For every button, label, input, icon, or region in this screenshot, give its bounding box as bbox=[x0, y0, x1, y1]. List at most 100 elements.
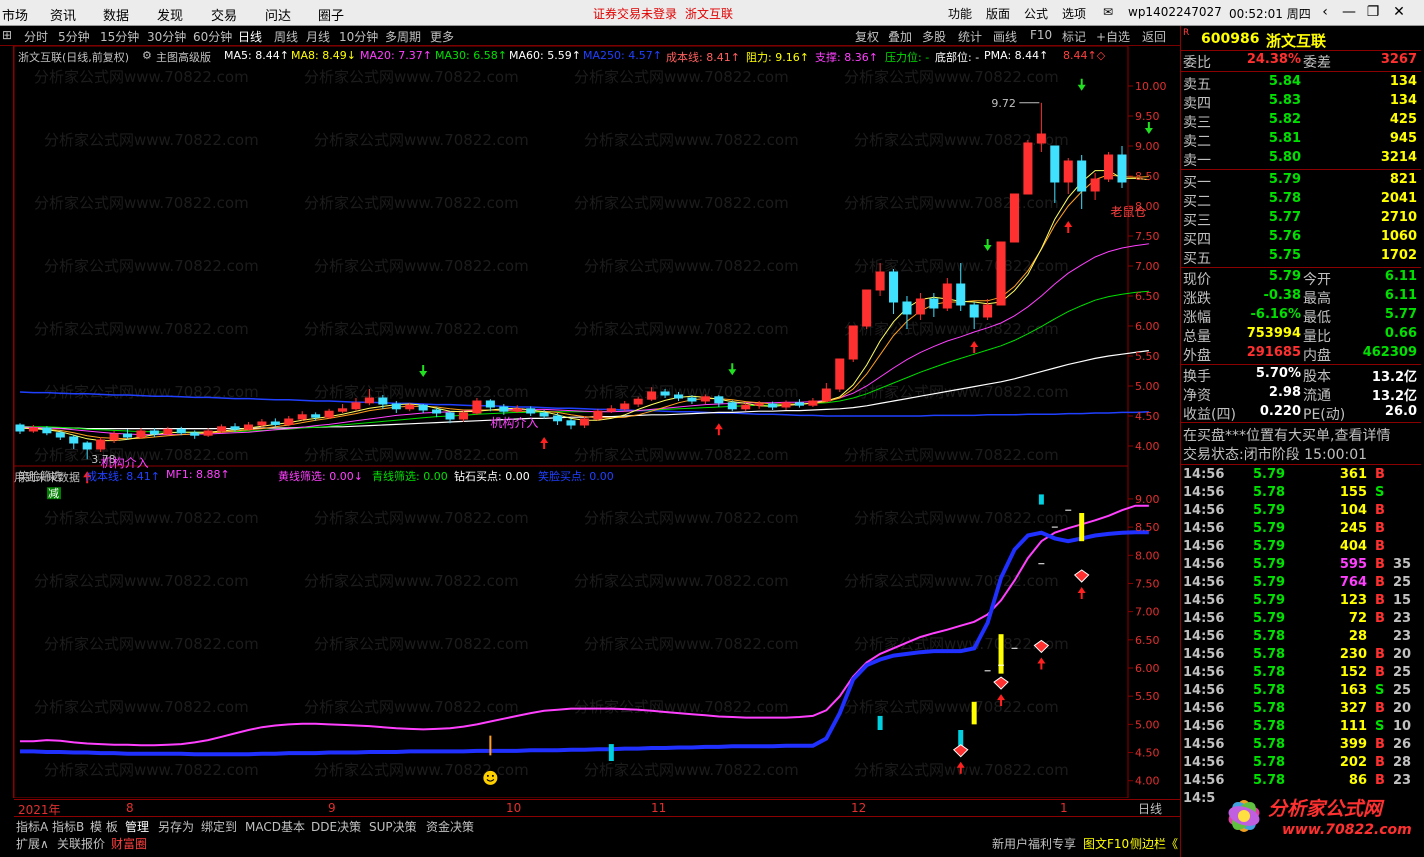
back-icon[interactable]: ‹ bbox=[1314, 3, 1336, 22]
tick-count: 25 bbox=[1393, 575, 1412, 590]
ask-row[interactable]: 卖五 5.84 134 bbox=[1181, 74, 1421, 93]
expand-button[interactable]: 扩展∧ bbox=[16, 835, 49, 852]
sub-chart-title[interactable]: 笑脸筛选 bbox=[18, 468, 62, 484]
cyan-signal bbox=[877, 715, 883, 730]
stat-row[interactable]: 涨跌 -0.38 最高 6.11 bbox=[1181, 288, 1421, 307]
big-order-text[interactable]: 在买盘***位置有大买单,查看详情 bbox=[1183, 425, 1390, 445]
toggle-icon[interactable]: ⊞ bbox=[2, 28, 12, 42]
tool-adjust[interactable]: 复权 bbox=[855, 28, 879, 45]
ask-row[interactable]: 卖四 5.83 134 bbox=[1181, 93, 1421, 112]
tick-row[interactable]: 14:56 5.79 361 B bbox=[1181, 466, 1421, 484]
period-30min[interactable]: 30分钟 bbox=[147, 28, 186, 45]
period-day[interactable]: 日线 bbox=[238, 28, 262, 45]
tick-row[interactable]: 14:56 5.78 28 23 bbox=[1181, 628, 1421, 646]
f10-button[interactable]: 图文F10 bbox=[1083, 835, 1129, 852]
period-multi[interactable]: 多周期 bbox=[385, 28, 421, 45]
tick-row[interactable]: 14:56 5.79 245 B bbox=[1181, 520, 1421, 538]
menu-item-data[interactable]: 数据 bbox=[103, 5, 129, 24]
stat2-row[interactable]: 收益(四) 0.220 PE(动) 26.0 bbox=[1181, 404, 1421, 423]
menu-item-options[interactable]: 选项 bbox=[1062, 5, 1086, 22]
tick-time: 14:56 bbox=[1183, 737, 1225, 752]
stat-row[interactable]: 涨幅 -6.16% 最低 5.77 bbox=[1181, 307, 1421, 326]
tick-row[interactable]: 14:56 5.78 155 S bbox=[1181, 484, 1421, 502]
menu-item-ask[interactable]: 问达 bbox=[265, 5, 291, 24]
menu-item-circle[interactable]: 圈子 bbox=[318, 5, 344, 24]
x-label: 9 bbox=[328, 801, 336, 815]
sidebar-toggle[interactable]: 侧边栏《 bbox=[1130, 835, 1178, 852]
period-label[interactable]: 日线 bbox=[1138, 800, 1162, 817]
tick-row[interactable]: 14:56 5.79 764 B 25 bbox=[1181, 574, 1421, 592]
stat-row[interactable]: 现价 5.79 今开 6.11 bbox=[1181, 269, 1421, 288]
tool-add-watch[interactable]: +自选 bbox=[1096, 28, 1130, 45]
tick-row[interactable]: 14:56 5.78 111 S 10 bbox=[1181, 718, 1421, 736]
bid-row[interactable]: 买三 5.77 2710 bbox=[1181, 210, 1421, 229]
tool-back[interactable]: 返回 bbox=[1142, 28, 1166, 45]
wealth-circle-button[interactable]: 财富圈 bbox=[111, 835, 147, 852]
tick-time: 14:56 bbox=[1183, 719, 1225, 734]
diamond-icon bbox=[952, 744, 969, 758]
big-order-notice[interactable]: 在买盘***位置有大买单,查看详情 bbox=[1181, 425, 1421, 445]
tick-row[interactable]: 14:56 5.78 327 B 20 bbox=[1181, 700, 1421, 718]
stat-row[interactable]: 外盘 291685 内盘 462309 bbox=[1181, 345, 1421, 364]
stock-code: 600986 bbox=[1201, 31, 1260, 47]
period-week[interactable]: 周线 bbox=[274, 28, 298, 45]
login-notice[interactable]: 证券交易未登录 bbox=[593, 5, 677, 22]
settings-icon[interactable]: ⚙ bbox=[142, 49, 152, 62]
tool-draw[interactable]: 画线 bbox=[993, 28, 1017, 45]
tick-row[interactable]: 14:56 5.78 399 B 26 bbox=[1181, 736, 1421, 754]
mail-icon[interactable]: ✉ bbox=[1103, 5, 1113, 19]
period-month[interactable]: 月线 bbox=[306, 28, 330, 45]
tool-overlay[interactable]: 叠加 bbox=[888, 28, 912, 45]
menu-item-market[interactable]: 市场 bbox=[2, 5, 28, 24]
menu-item-trade[interactable]: 交易 bbox=[211, 5, 237, 24]
menu-item-discover[interactable]: 发现 bbox=[157, 5, 183, 24]
stat2-row[interactable]: 净资 2.98 流通 13.2亿 bbox=[1181, 385, 1421, 404]
bid-row[interactable]: 买一 5.79 821 bbox=[1181, 172, 1421, 191]
tool-f10[interactable]: F10 bbox=[1030, 28, 1052, 42]
period-60min[interactable]: 60分钟 bbox=[193, 28, 232, 45]
restore-icon[interactable]: ❐ bbox=[1362, 3, 1384, 22]
tick-row[interactable]: 14:56 5.78 202 B 28 bbox=[1181, 754, 1421, 772]
bid-row[interactable]: 买二 5.78 2041 bbox=[1181, 191, 1421, 210]
menu-item-function[interactable]: 功能 bbox=[948, 5, 972, 22]
tick-row[interactable]: 14:56 5.78 230 B 20 bbox=[1181, 646, 1421, 664]
tool-multistock[interactable]: 多股 bbox=[922, 28, 946, 45]
related-quote-button[interactable]: 关联报价 bbox=[57, 835, 105, 852]
tool-stats[interactable]: 统计 bbox=[958, 28, 982, 45]
close-icon[interactable]: ✕ bbox=[1388, 3, 1410, 22]
period-10min[interactable]: 10分钟 bbox=[339, 28, 378, 45]
tick-time: 14:56 bbox=[1183, 539, 1225, 554]
period-more[interactable]: 更多 bbox=[430, 28, 454, 45]
tool-mark[interactable]: 标记 bbox=[1062, 28, 1086, 45]
period-15min[interactable]: 15分钟 bbox=[100, 28, 139, 45]
stock-notice[interactable]: 浙文互联 bbox=[685, 5, 733, 22]
minimize-icon[interactable]: — bbox=[1338, 3, 1360, 22]
bid-row[interactable]: 买五 5.75 1702 bbox=[1181, 248, 1421, 267]
menu-item-layout[interactable]: 版面 bbox=[986, 5, 1010, 22]
tick-row[interactable]: 14:56 5.79 595 B 35 bbox=[1181, 556, 1421, 574]
kline-chart[interactable]: 分析家公式网www.70822.com 分析家公式网www.70822.com 分析… bbox=[14, 46, 1180, 798]
ask-row[interactable]: 卖一 5.80 3214 bbox=[1181, 150, 1421, 169]
stat-row[interactable]: 总量 753994 量比 0.66 bbox=[1181, 326, 1421, 345]
ask-price: 5.80 bbox=[1268, 150, 1301, 165]
ind-pressure: 压力位: - bbox=[885, 51, 930, 64]
tick-row[interactable]: 14:56 5.78 163 S 25 bbox=[1181, 682, 1421, 700]
ask-row[interactable]: 卖二 5.81 945 bbox=[1181, 131, 1421, 150]
period-5min[interactable]: 5分钟 bbox=[58, 28, 90, 45]
tick-row[interactable]: 14:56 5.79 72 B 23 bbox=[1181, 610, 1421, 628]
new-user-benefit[interactable]: 新用户福利专享 bbox=[992, 835, 1076, 852]
menu-item-news[interactable]: 资讯 bbox=[50, 5, 76, 24]
watermark-text: 分析家公式网www.70822.com bbox=[584, 131, 799, 149]
menu-item-formula[interactable]: 公式 bbox=[1024, 5, 1048, 22]
bid-row[interactable]: 买四 5.76 1060 bbox=[1181, 229, 1421, 248]
tick-row[interactable]: 14:56 5.79 404 B bbox=[1181, 538, 1421, 556]
tick-row[interactable]: 14:56 5.79 123 B 15 bbox=[1181, 592, 1421, 610]
stat2-row[interactable]: 换手 5.70% 股本 13.2亿 bbox=[1181, 366, 1421, 385]
main-template-name[interactable]: 主图高级版 bbox=[156, 49, 211, 65]
tick-row[interactable]: 14:56 5.79 104 B bbox=[1181, 502, 1421, 520]
tick-row[interactable]: 14:56 5.78 152 B 25 bbox=[1181, 664, 1421, 682]
ask-row[interactable]: 卖三 5.82 425 bbox=[1181, 112, 1421, 131]
candle-body bbox=[808, 400, 818, 406]
user-id[interactable]: wp1402247027 bbox=[1128, 5, 1222, 19]
period-1min[interactable]: 分时 bbox=[24, 28, 48, 45]
